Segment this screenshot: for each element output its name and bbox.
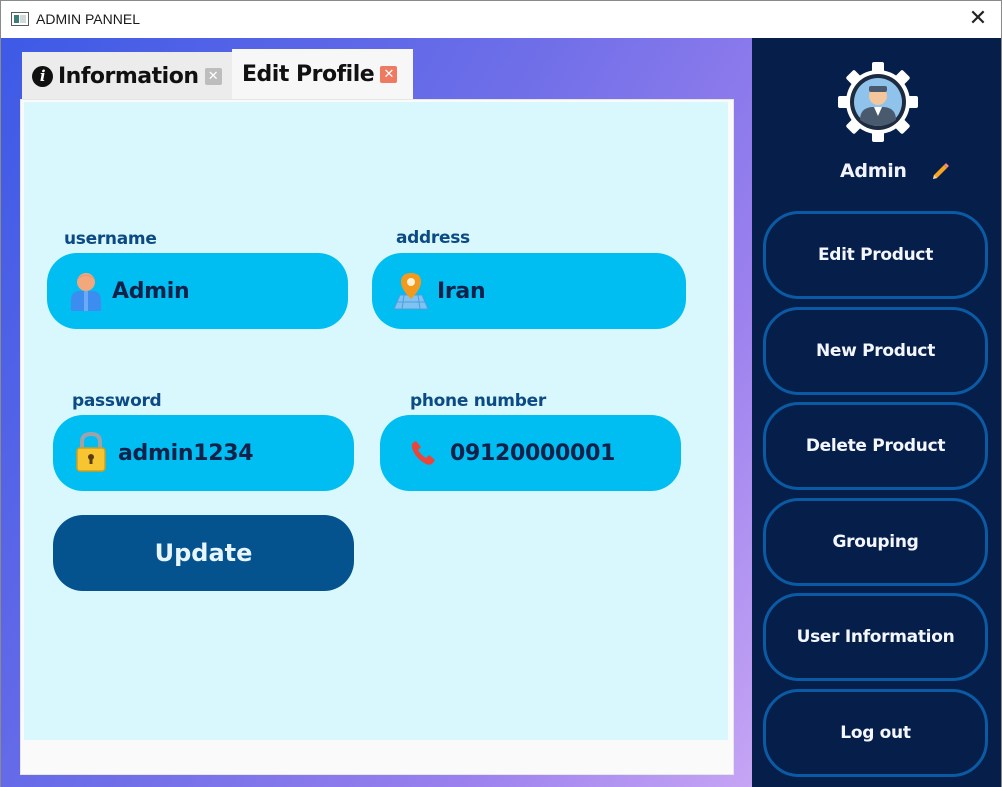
window-title: ADMIN PANNEL: [36, 11, 140, 27]
sidebar-grouping-button[interactable]: Grouping: [763, 498, 988, 586]
sidebar: Admin Edit Product New Product Delete Pr…: [752, 38, 1002, 787]
tab-edit-profile-label: Edit Profile: [242, 62, 375, 87]
tab-information[interactable]: i Information ✕: [22, 52, 232, 100]
sidebar-delete-product-button[interactable]: Delete Product: [763, 402, 988, 490]
tab-edit-profile-close-icon[interactable]: ✕: [380, 66, 398, 83]
username-label: username: [64, 229, 157, 249]
sidebar-new-product-button[interactable]: New Product: [763, 307, 988, 395]
password-field: [53, 415, 354, 491]
address-input[interactable]: [437, 271, 657, 311]
phone-icon: [408, 439, 438, 467]
tab-edit-profile[interactable]: Edit Profile ✕: [232, 49, 413, 100]
address-label: address: [396, 228, 470, 248]
edit-profile-panel: username address: [20, 99, 734, 775]
phone-field: [380, 415, 681, 491]
window-close-button[interactable]: ✕: [965, 5, 991, 33]
sidebar-user-information-button[interactable]: User Information: [763, 593, 988, 681]
update-button[interactable]: Update: [53, 515, 354, 591]
address-field: [372, 253, 686, 329]
info-icon: i: [32, 65, 53, 87]
tab-information-label: Information: [58, 63, 199, 89]
sidebar-edit-product-button[interactable]: Edit Product: [763, 211, 988, 299]
app-window-icon: [11, 12, 29, 26]
edit-profile-form: username address: [24, 102, 728, 740]
username-input[interactable]: [112, 271, 332, 311]
password-input[interactable]: [118, 433, 338, 473]
sidebar-log-out-button[interactable]: Log out: [763, 689, 988, 777]
username-field: [47, 253, 348, 329]
tab-information-close-icon[interactable]: ✕: [204, 67, 222, 85]
map-pin-icon: [390, 269, 432, 311]
phone-input[interactable]: [450, 433, 670, 473]
lock-icon: [73, 430, 109, 474]
phone-label: phone number: [410, 391, 546, 411]
admin-avatar-gear-icon: [838, 62, 918, 142]
user-icon: [67, 271, 105, 311]
pencil-icon[interactable]: [930, 162, 950, 182]
main-area: i Information ✕ Edit Profile ✕ username: [0, 38, 752, 787]
password-label: password: [72, 391, 162, 411]
sidebar-user-name: Admin: [840, 160, 907, 182]
window-titlebar: ADMIN PANNEL ✕: [0, 0, 1002, 38]
